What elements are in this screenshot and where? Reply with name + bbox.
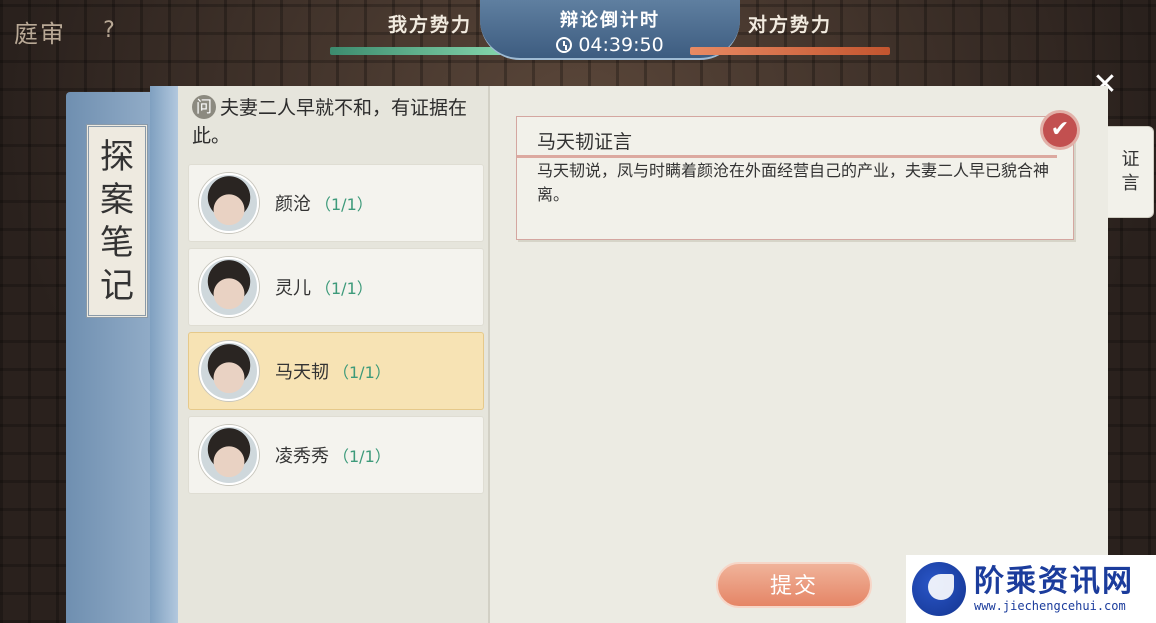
testimony-text: 马天韧说，凤与时瞒着颜沧在外面经营自己的产业，夫妻二人早已貌合神离。 xyxy=(537,161,1050,204)
question-badge: 问 xyxy=(192,95,216,119)
notebook-title-char: 记 xyxy=(100,265,134,306)
their-side-label: 对方势力 xyxy=(747,14,832,36)
character-item[interactable]: 凌秀秀 （1/1） xyxy=(188,416,484,494)
notebook-title-char: 探 xyxy=(100,136,134,177)
testimony-divider xyxy=(517,155,1057,158)
watermark-text: 阶乘资讯网 www.jiechengcehui.com xyxy=(974,564,1134,614)
character-item-selected[interactable]: 马天韧 （1/1） xyxy=(188,332,484,410)
character-count: （1/1） xyxy=(315,195,373,214)
character-item[interactable]: 颜沧 （1/1） xyxy=(188,164,484,242)
character-name: 灵儿 xyxy=(275,278,311,299)
clock-icon xyxy=(556,37,573,53)
character-name: 颜沧 xyxy=(275,194,311,215)
tab-char: 证 xyxy=(1121,149,1140,170)
character-item[interactable]: 灵儿 （1/1） xyxy=(188,248,484,326)
debate-status-bar: 我方势力 辩论倒计时 04:39:50 对方势力 xyxy=(330,0,890,62)
question-text: 夫妻二人早就不和，有证据在此。 xyxy=(192,97,468,147)
tab-testimony[interactable]: 证 言 xyxy=(1108,126,1154,218)
notebook-spine xyxy=(150,86,180,623)
selected-check-icon: ✔ xyxy=(1040,110,1080,150)
tab-char: 言 xyxy=(1121,173,1140,194)
character-avatar xyxy=(199,425,259,485)
timer-value: 04:39:50 xyxy=(578,34,664,56)
character-avatar xyxy=(199,173,259,233)
watermark-name: 阶乘资讯网 xyxy=(974,564,1134,599)
testimony-title: 马天韧证言 xyxy=(537,131,633,153)
notebook-title: 探 案 笔 记 xyxy=(86,124,148,318)
their-power-bar xyxy=(690,47,890,55)
character-list: 颜沧 （1/1） 灵儿 （1/1） 马天韧 （1/1） 凌秀秀 （1/1） xyxy=(188,164,484,500)
notebook-title-char: 笔 xyxy=(100,222,134,263)
notebook-title-char: 案 xyxy=(100,179,134,220)
character-name: 马天韧 xyxy=(275,362,329,383)
help-icon[interactable]: ? xyxy=(96,18,122,44)
screen-title: 庭审 xyxy=(14,20,66,48)
eagle-logo-icon xyxy=(912,562,966,616)
testimony-card[interactable]: 马天韧证言 马天韧说，凤与时瞒着颜沧在外面经营自己的产业，夫妻二人早已貌合神离。 xyxy=(516,116,1074,240)
watermark: 阶乘资讯网 www.jiechengcehui.com xyxy=(906,555,1156,623)
question-prompt: 问夫妻二人早就不和，有证据在此。 xyxy=(192,94,482,150)
character-avatar xyxy=(199,257,259,317)
submit-button[interactable]: 提交 xyxy=(716,562,872,608)
their-side-panel: 对方势力 xyxy=(690,10,890,55)
character-count: （1/1） xyxy=(333,447,391,466)
character-name: 凌秀秀 xyxy=(275,446,329,467)
character-count: （1/1） xyxy=(333,363,391,382)
watermark-url: www.jiechengcehui.com xyxy=(974,599,1126,613)
character-avatar xyxy=(199,341,259,401)
character-count: （1/1） xyxy=(315,279,373,298)
